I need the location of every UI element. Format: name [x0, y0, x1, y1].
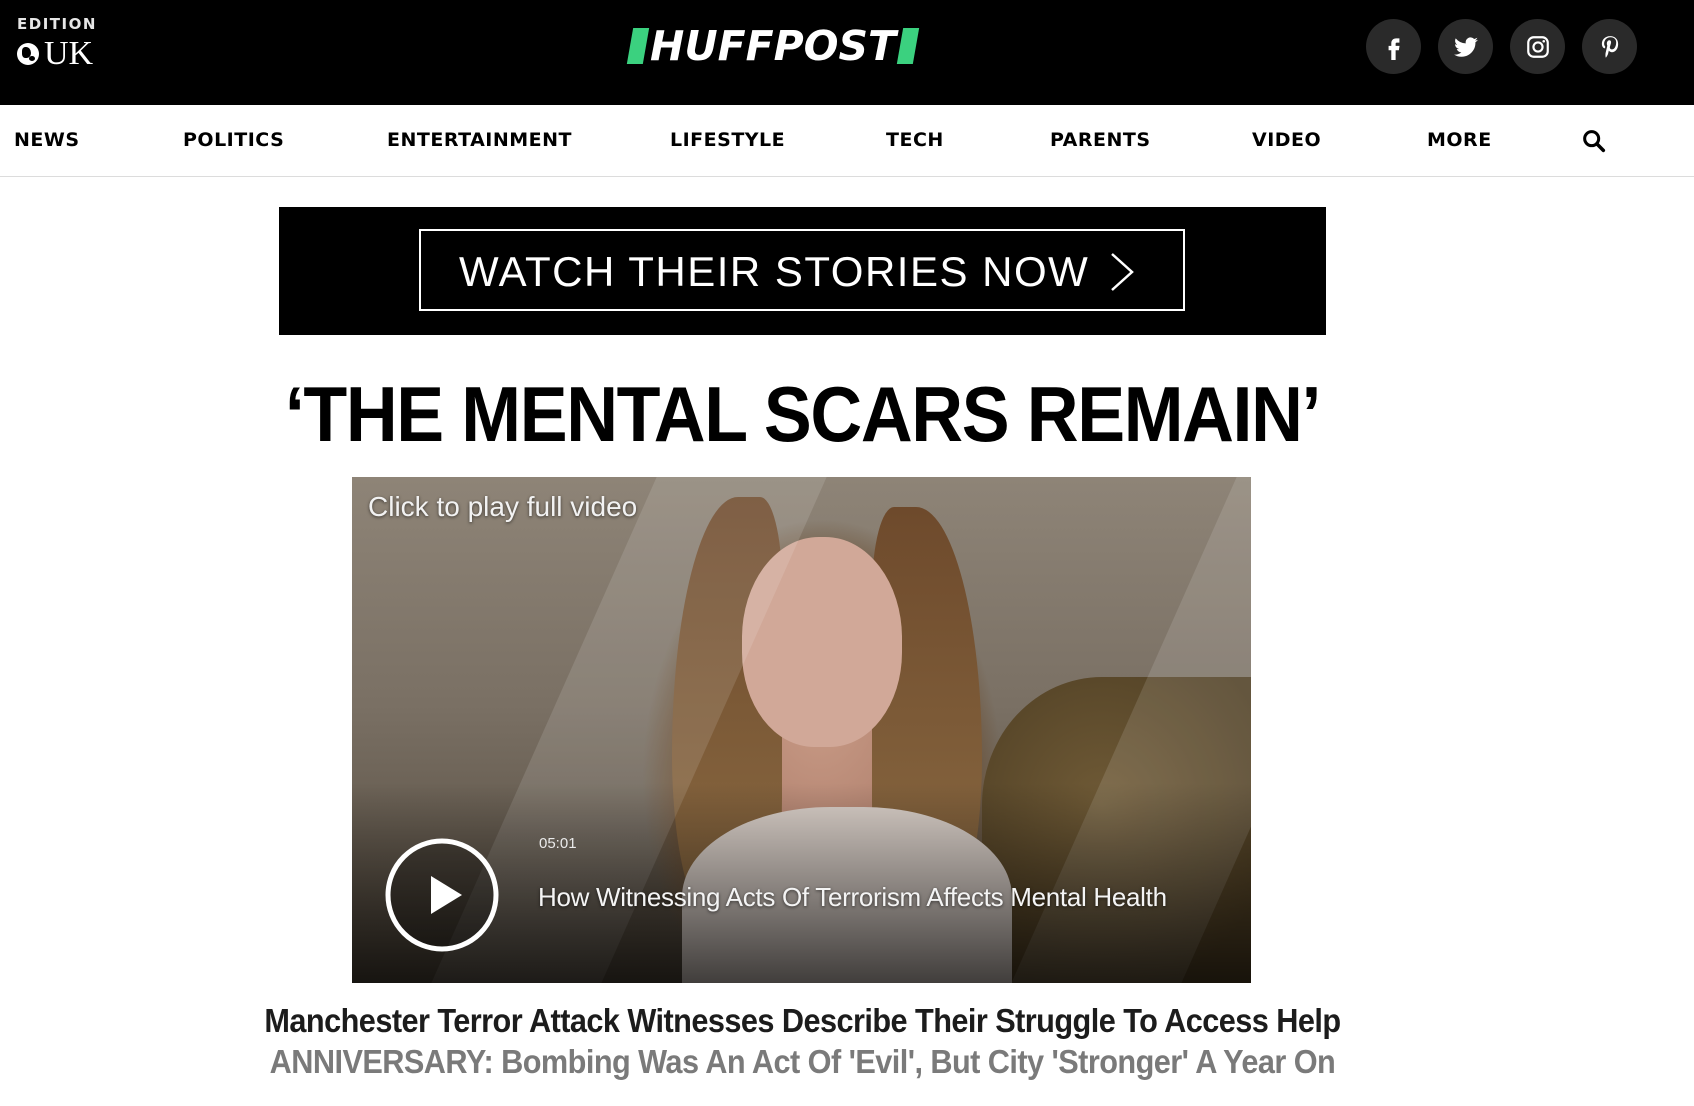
video-player[interactable]: Click to play full video 05:01 How Witne… [352, 477, 1251, 983]
globe-icon [17, 43, 39, 65]
instagram-icon [1526, 35, 1549, 58]
edition-selector[interactable]: EDITION UK [17, 15, 97, 71]
watch-stories-button[interactable]: WATCH THEIR STORIES NOW [419, 229, 1185, 311]
nav-item-news[interactable]: NEWS [14, 129, 80, 151]
nav-item-lifestyle[interactable]: LIFESTYLE [670, 129, 785, 151]
chevron-right-icon [1111, 253, 1134, 291]
huffpost-logo[interactable]: HUFFPOST [626, 21, 920, 70]
edition-name: UK [44, 35, 94, 72]
logo-accent-left [626, 28, 650, 64]
nav-item-parents[interactable]: PARENTS [1050, 129, 1151, 151]
nav-item-entertainment[interactable]: ENTERTAINMENT [387, 129, 572, 151]
video-title: How Witnessing Acts Of Terrorism Affects… [538, 882, 1167, 912]
top-bar: EDITION UK HUFFPOST [0, 0, 1694, 105]
nav-item-tech[interactable]: TECH [886, 129, 944, 151]
story-subtitle-link[interactable]: ANNIVERSARY: Bombing Was An Act Of 'Evil… [56, 1043, 1549, 1081]
video-caption: Click to play full video [368, 491, 638, 522]
nav-item-politics[interactable]: POLITICS [183, 129, 284, 151]
twitter-icon [1453, 36, 1478, 57]
main-nav: NEWS POLITICS ENTERTAINMENT LIFESTYLE TE… [0, 105, 1694, 177]
watch-stories-label: WATCH THEIR STORIES NOW [459, 248, 1090, 295]
logo-text: HUFFPOST [650, 21, 897, 70]
story-title-link[interactable]: Manchester Terror Attack Witnesses Descr… [56, 1002, 1549, 1040]
promo-banner: WATCH THEIR STORIES NOW [279, 207, 1326, 335]
social-links [1366, 19, 1637, 74]
search-icon[interactable] [1580, 127, 1608, 155]
instagram-button[interactable] [1510, 19, 1565, 74]
play-button[interactable] [384, 837, 500, 953]
nav-item-more[interactable]: MORE [1427, 129, 1492, 151]
twitter-button[interactable] [1438, 19, 1493, 74]
pinterest-button[interactable] [1582, 19, 1637, 74]
nav-item-video[interactable]: VIDEO [1252, 129, 1321, 151]
logo-accent-right [896, 28, 920, 64]
video-duration: 05:01 [539, 835, 577, 852]
facebook-icon [1388, 37, 1400, 60]
edition-label: EDITION [17, 15, 97, 33]
facebook-button[interactable] [1366, 19, 1421, 74]
pinterest-icon [1601, 35, 1618, 58]
page-headline[interactable]: ‘THE MENTAL SCARS REMAIN’ [64, 375, 1541, 453]
